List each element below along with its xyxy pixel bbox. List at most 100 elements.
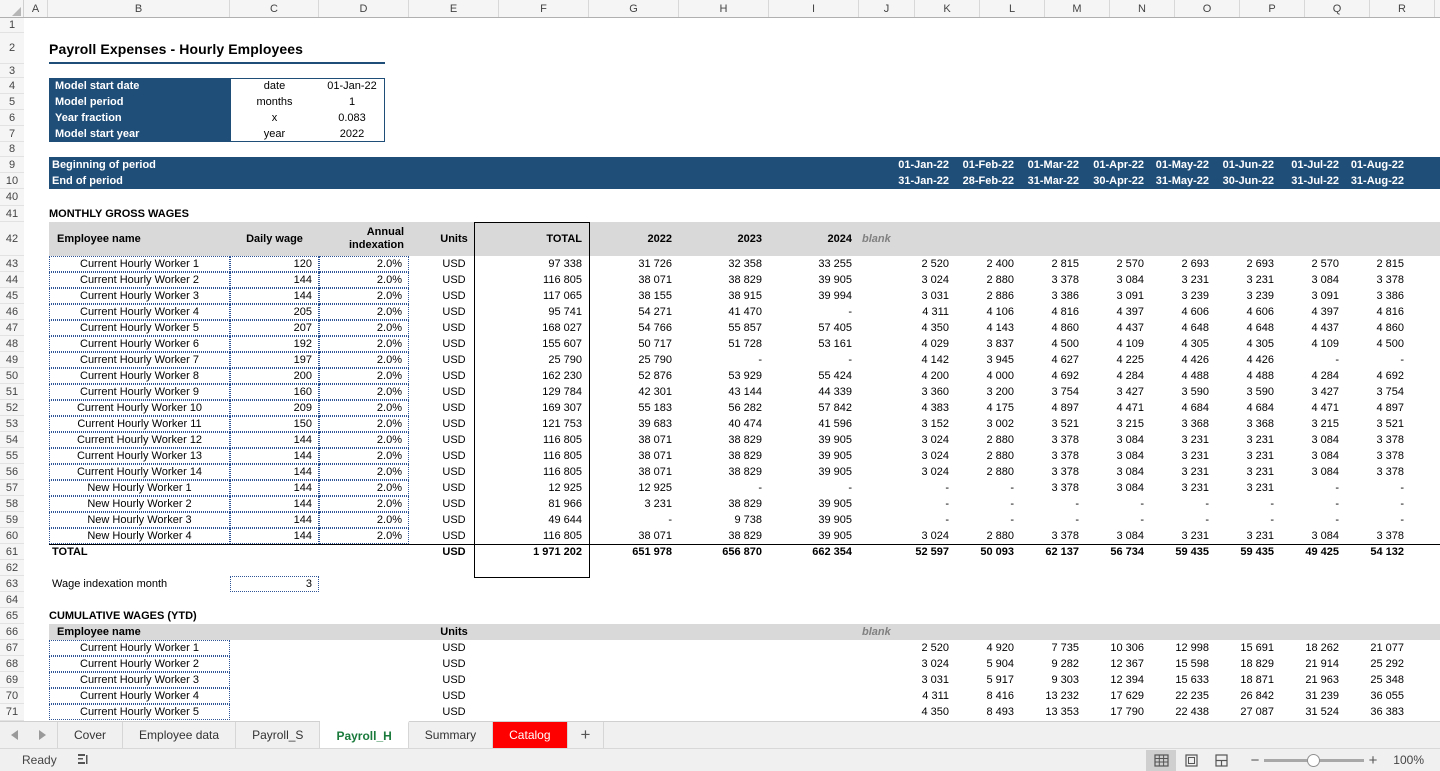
row-header-59[interactable]: 59: [0, 512, 24, 528]
table-row-employee-name[interactable]: Current Hourly Worker 12: [49, 432, 230, 448]
table-row-employee-name[interactable]: Current Hourly Worker 6: [49, 336, 230, 352]
add-sheet-button[interactable]: +: [567, 722, 605, 748]
column-header-M[interactable]: M: [1045, 0, 1110, 17]
table-row-employee-name[interactable]: Current Hourly Worker 10: [49, 400, 230, 416]
column-header-L[interactable]: L: [980, 0, 1045, 17]
column-header-O[interactable]: O: [1175, 0, 1240, 17]
table-row-employee-name[interactable]: Current Hourly Worker 2: [49, 272, 230, 288]
table-row-employee-name[interactable]: Current Hourly Worker 1: [49, 256, 230, 272]
table-row-indexation[interactable]: 2.0%: [319, 368, 409, 384]
table-row-employee-name[interactable]: Current Hourly Worker 8: [49, 368, 230, 384]
table-row-daily-wage[interactable]: 197: [230, 352, 319, 368]
sheet-tab-employee-data[interactable]: Employee data: [123, 722, 237, 748]
column-header-B[interactable]: B: [48, 0, 230, 17]
row-header-42[interactable]: 42: [0, 222, 24, 256]
next-sheet-icon[interactable]: [39, 730, 47, 740]
table-row-indexation[interactable]: 2.0%: [319, 288, 409, 304]
column-header-Q[interactable]: Q: [1305, 0, 1370, 17]
table-row-daily-wage[interactable]: 144: [230, 480, 319, 496]
row-header-49[interactable]: 49: [0, 352, 24, 368]
row-header-48[interactable]: 48: [0, 336, 24, 352]
row-header-58[interactable]: 58: [0, 496, 24, 512]
column-header-P[interactable]: P: [1240, 0, 1305, 17]
table-row-daily-wage[interactable]: 160: [230, 384, 319, 400]
row-header-66[interactable]: 66: [0, 624, 24, 640]
table-row-employee-name[interactable]: Current Hourly Worker 3: [49, 288, 230, 304]
table-row-employee-name[interactable]: New Hourly Worker 3: [49, 512, 230, 528]
sheet-tab-payroll-s[interactable]: Payroll_S: [236, 722, 321, 748]
list-item-employee-name[interactable]: Current Hourly Worker 3: [49, 672, 230, 688]
row-header-7[interactable]: 7: [0, 126, 24, 142]
column-header-F[interactable]: F: [499, 0, 589, 17]
prev-sheet-icon[interactable]: [10, 730, 18, 740]
table-row-daily-wage[interactable]: 205: [230, 304, 319, 320]
column-header-J[interactable]: J: [859, 0, 915, 17]
row-header-60[interactable]: 60: [0, 528, 24, 544]
table-row-daily-wage[interactable]: 144: [230, 464, 319, 480]
table-row-daily-wage[interactable]: 200: [230, 368, 319, 384]
row-header-55[interactable]: 55: [0, 448, 24, 464]
row-header-63[interactable]: 63: [0, 576, 24, 592]
sheet-tab-summary[interactable]: Summary: [408, 722, 494, 748]
row-header-9[interactable]: 9: [0, 157, 24, 173]
table-row-daily-wage[interactable]: 207: [230, 320, 319, 336]
worksheet-grid[interactable]: Payroll Expenses - Hourly Employees Mode…: [24, 18, 1440, 721]
column-header-I[interactable]: I: [769, 0, 859, 17]
row-header-52[interactable]: 52: [0, 400, 24, 416]
table-row-indexation[interactable]: 2.0%: [319, 528, 409, 544]
table-row-indexation[interactable]: 2.0%: [319, 416, 409, 432]
row-header-4[interactable]: 4: [0, 78, 24, 94]
row-header-2[interactable]: 2: [0, 33, 24, 64]
zoom-out-button[interactable]: −: [1246, 752, 1264, 769]
row-header-47[interactable]: 47: [0, 320, 24, 336]
table-row-indexation[interactable]: 2.0%: [319, 272, 409, 288]
column-header-C[interactable]: C: [230, 0, 319, 17]
table-row-employee-name[interactable]: Current Hourly Worker 7: [49, 352, 230, 368]
list-item-employee-name[interactable]: Current Hourly Worker 2: [49, 656, 230, 672]
row-header-43[interactable]: 43: [0, 256, 24, 272]
table-row-daily-wage[interactable]: 144: [230, 288, 319, 304]
row-header-40[interactable]: 40: [0, 189, 24, 206]
table-row-indexation[interactable]: 2.0%: [319, 384, 409, 400]
table-row-indexation[interactable]: 2.0%: [319, 336, 409, 352]
page-break-preview-button[interactable]: [1206, 750, 1236, 771]
column-header-G[interactable]: G: [589, 0, 679, 17]
sheet-tab-payroll-h[interactable]: Payroll_H: [320, 721, 409, 748]
zoom-control[interactable]: − + 100%: [1246, 752, 1424, 769]
sheet-nav-buttons[interactable]: [0, 722, 58, 748]
assumption-value-3[interactable]: 2022: [319, 126, 385, 142]
table-row-employee-name[interactable]: New Hourly Worker 1: [49, 480, 230, 496]
table-row-daily-wage[interactable]: 192: [230, 336, 319, 352]
row-header-6[interactable]: 6: [0, 110, 24, 126]
row-header-54[interactable]: 54: [0, 432, 24, 448]
row-header-3[interactable]: 3: [0, 64, 24, 78]
row-header-45[interactable]: 45: [0, 288, 24, 304]
table-row-employee-name[interactable]: Current Hourly Worker 11: [49, 416, 230, 432]
table-row-daily-wage[interactable]: 144: [230, 448, 319, 464]
sheet-tab-catalog[interactable]: Catalog: [493, 722, 568, 748]
table-row-indexation[interactable]: 2.0%: [319, 352, 409, 368]
column-header-R[interactable]: R: [1370, 0, 1435, 17]
zoom-slider-handle[interactable]: [1307, 753, 1320, 767]
table-row-daily-wage[interactable]: 144: [230, 432, 319, 448]
row-header-68[interactable]: 68: [0, 656, 24, 672]
table-row-employee-name[interactable]: Current Hourly Worker 14: [49, 464, 230, 480]
row-header-62[interactable]: 62: [0, 560, 24, 576]
row-header-61[interactable]: 61: [0, 544, 24, 560]
assumption-value-2[interactable]: 0.083: [319, 110, 385, 126]
table-row-daily-wage[interactable]: 120: [230, 256, 319, 272]
zoom-percentage[interactable]: 100%: [1382, 753, 1424, 767]
column-header-H[interactable]: H: [679, 0, 769, 17]
table-row-daily-wage[interactable]: 144: [230, 528, 319, 544]
page-layout-view-button[interactable]: [1176, 750, 1206, 771]
table-row-indexation[interactable]: 2.0%: [319, 448, 409, 464]
column-header-A[interactable]: A: [24, 0, 48, 17]
row-header-41[interactable]: 41: [0, 206, 24, 222]
table-row-indexation[interactable]: 2.0%: [319, 464, 409, 480]
table-row-employee-name[interactable]: Current Hourly Worker 9: [49, 384, 230, 400]
column-header-E[interactable]: E: [409, 0, 499, 17]
table-row-daily-wage[interactable]: 144: [230, 272, 319, 288]
zoom-in-button[interactable]: +: [1364, 752, 1382, 769]
table-row-indexation[interactable]: 2.0%: [319, 512, 409, 528]
table-row-indexation[interactable]: 2.0%: [319, 256, 409, 272]
